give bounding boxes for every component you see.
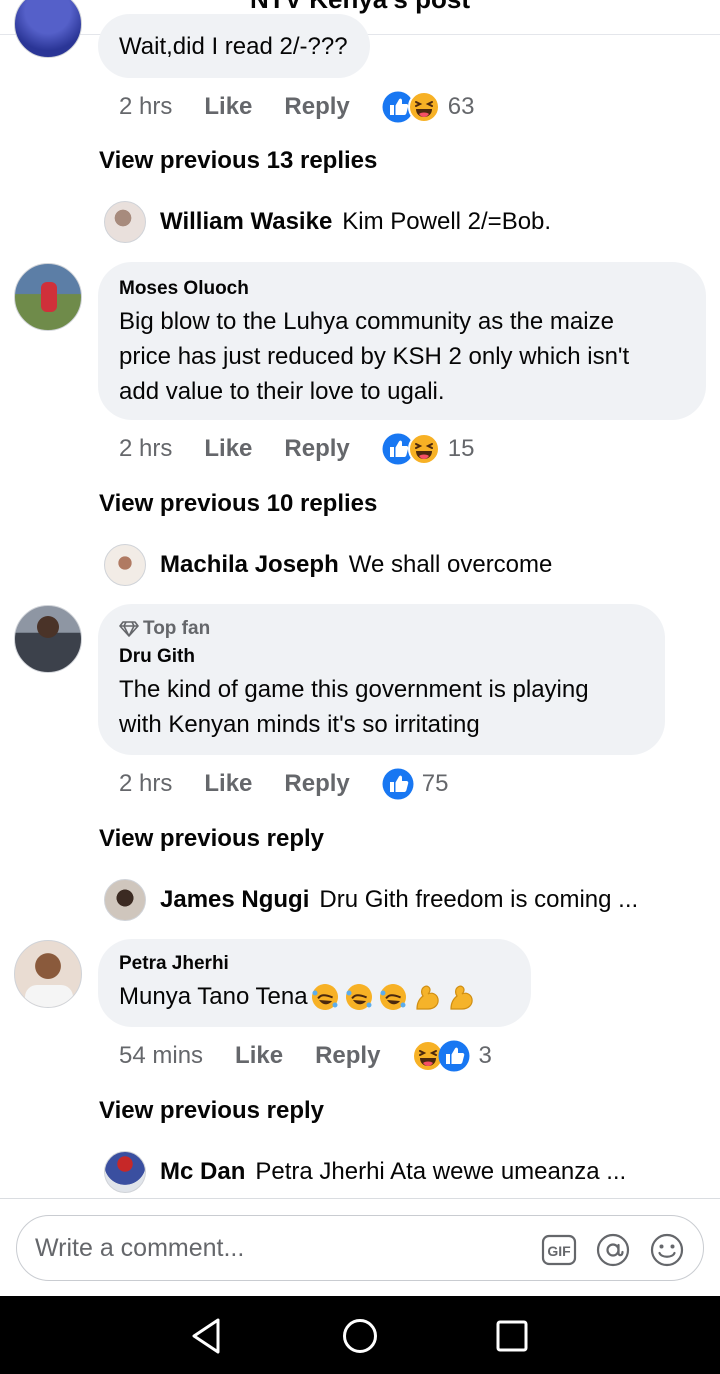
comment-bubble: Top fan Dru Gith The kind of game this g… [98, 604, 665, 755]
reaction-summary[interactable] [382, 91, 440, 123]
reply-preview[interactable]: Mc Dan Petra Jherhi Ata wewe umeanza ... [104, 1151, 626, 1193]
comment-time[interactable]: 2 hrs [119, 435, 172, 463]
home-circle-icon[interactable] [338, 1314, 382, 1358]
reaction-count: 15 [447, 435, 475, 462]
view-previous-replies[interactable]: View previous 10 replies [99, 490, 377, 518]
comment-input[interactable] [35, 1230, 515, 1266]
comment-text: Munya Tano Tena [119, 979, 509, 1014]
rolling-laughing-emoji [342, 981, 376, 1013]
comment-author[interactable]: Dru Gith [119, 646, 643, 668]
avatar[interactable] [14, 940, 82, 1008]
badge-label: Top fan [143, 618, 211, 639]
comment-actions: 54 mins Like Reply 3 [119, 1038, 492, 1074]
reaction-count: 63 [447, 93, 475, 120]
like-icon [438, 1040, 470, 1072]
like-button[interactable]: Like [235, 1042, 283, 1070]
reply-preview[interactable]: Machila Joseph We shall overcome [104, 544, 552, 586]
reply-preview[interactable]: William Wasike Kim Powell 2/=Bob. [104, 201, 551, 243]
reaction-summary[interactable] [412, 1040, 470, 1072]
reply-preview[interactable]: James Ngugi Dru Gith freedom is coming .… [104, 879, 638, 921]
comment-time[interactable]: 2 hrs [119, 770, 172, 798]
comment-text-line: add value to their love to ugali. [119, 378, 445, 405]
avatar[interactable] [14, 0, 82, 58]
reply-button[interactable]: Reply [284, 770, 349, 798]
top-fan-badge: Top fan [119, 618, 643, 640]
reply-text: Kim Powell 2/=Bob. [342, 208, 552, 235]
reply-button[interactable]: Reply [315, 1042, 380, 1070]
reply-author[interactable]: James Ngugi [160, 886, 309, 914]
comment-actions: 2 hrs Like Reply 63 [119, 89, 474, 125]
page-title: NTV Kenya's post [0, 0, 720, 15]
reply-text: Petra Jherhi Ata wewe umeanza ... [255, 1158, 627, 1185]
reaction-summary[interactable] [382, 768, 414, 800]
comment-time[interactable]: 2 hrs [119, 93, 172, 121]
comment-text-line: Big blow to the Luhya community as the m… [119, 308, 614, 335]
avatar[interactable] [104, 544, 146, 586]
like-button[interactable]: Like [204, 435, 252, 463]
like-button[interactable]: Like [204, 770, 252, 798]
haha-icon [408, 91, 440, 123]
flexed-biceps-emoji [410, 981, 444, 1013]
view-previous-replies[interactable]: View previous reply [99, 1097, 324, 1125]
avatar[interactable] [14, 605, 82, 673]
comment-text-content: Munya Tano Tena [119, 983, 308, 1010]
reply-text: Dru Gith freedom is coming ... [319, 886, 639, 913]
comment-bubble: Moses Oluoch Big blow to the Luhya commu… [98, 262, 706, 420]
at-mention-icon[interactable] [595, 1232, 631, 1268]
like-icon [382, 768, 414, 800]
avatar[interactable] [104, 1151, 146, 1193]
comment-text: Wait,did I read 2/-??? [119, 33, 348, 60]
reply-author[interactable]: Machila Joseph [160, 551, 339, 579]
comment-time[interactable]: 54 mins [119, 1042, 203, 1070]
system-navigation-bar [0, 1296, 720, 1374]
avatar[interactable] [14, 263, 82, 331]
comment-text-line: price has just reduced by KSH 2 only whi… [119, 343, 630, 370]
like-button[interactable]: Like [204, 93, 252, 121]
comment-bubble: Petra Jherhi Munya Tano Tena [98, 939, 531, 1027]
comment-text-line: The kind of game this government is play… [119, 676, 589, 703]
view-previous-replies[interactable]: View previous reply [99, 825, 324, 853]
reply-button[interactable]: Reply [284, 435, 349, 463]
comment-actions: 2 hrs Like Reply 15 [119, 431, 474, 467]
avatar[interactable] [104, 201, 146, 243]
avatar[interactable] [104, 879, 146, 921]
recents-square-icon[interactable] [490, 1314, 534, 1358]
rolling-laughing-emoji [308, 981, 342, 1013]
view-previous-replies[interactable]: View previous 13 replies [99, 147, 377, 175]
gif-label: GIF [547, 1243, 571, 1259]
flexed-biceps-emoji [444, 981, 478, 1013]
gif-icon[interactable]: GIF [541, 1232, 577, 1268]
haha-icon [408, 433, 440, 465]
comment-text-line: with Kenyan minds it's so irritating [119, 711, 480, 738]
reply-button[interactable]: Reply [284, 93, 349, 121]
reaction-count: 75 [421, 770, 449, 797]
smiley-icon[interactable] [649, 1232, 685, 1268]
comment-author[interactable]: Moses Oluoch [119, 278, 684, 300]
reply-author[interactable]: William Wasike [160, 208, 332, 236]
back-triangle-icon[interactable] [184, 1314, 228, 1358]
reaction-summary[interactable] [382, 433, 440, 465]
comment-author[interactable]: Petra Jherhi [119, 953, 509, 975]
comment-bubble: Wait,did I read 2/-??? [98, 14, 370, 78]
rolling-laughing-emoji [376, 981, 410, 1013]
comment-actions: 2 hrs Like Reply 75 [119, 766, 448, 802]
reply-text: We shall overcome [348, 551, 553, 578]
diamond-icon [119, 621, 139, 637]
comment-composer: GIF [16, 1215, 704, 1281]
reply-author[interactable]: Mc Dan [160, 1158, 245, 1186]
comment-composer-bar: GIF [0, 1198, 720, 1296]
reaction-count: 3 [478, 1042, 492, 1069]
